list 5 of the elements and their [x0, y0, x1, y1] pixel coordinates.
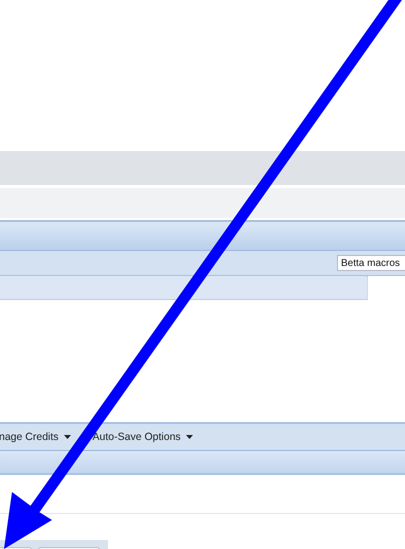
caret-icon	[186, 435, 193, 439]
menu-button[interactable]: nage Credits	[0, 431, 71, 443]
menu-button[interactable]: Auto-Save Options	[92, 431, 193, 443]
macro-field[interactable]: Betta macros	[337, 255, 405, 271]
caret-icon	[64, 435, 71, 439]
